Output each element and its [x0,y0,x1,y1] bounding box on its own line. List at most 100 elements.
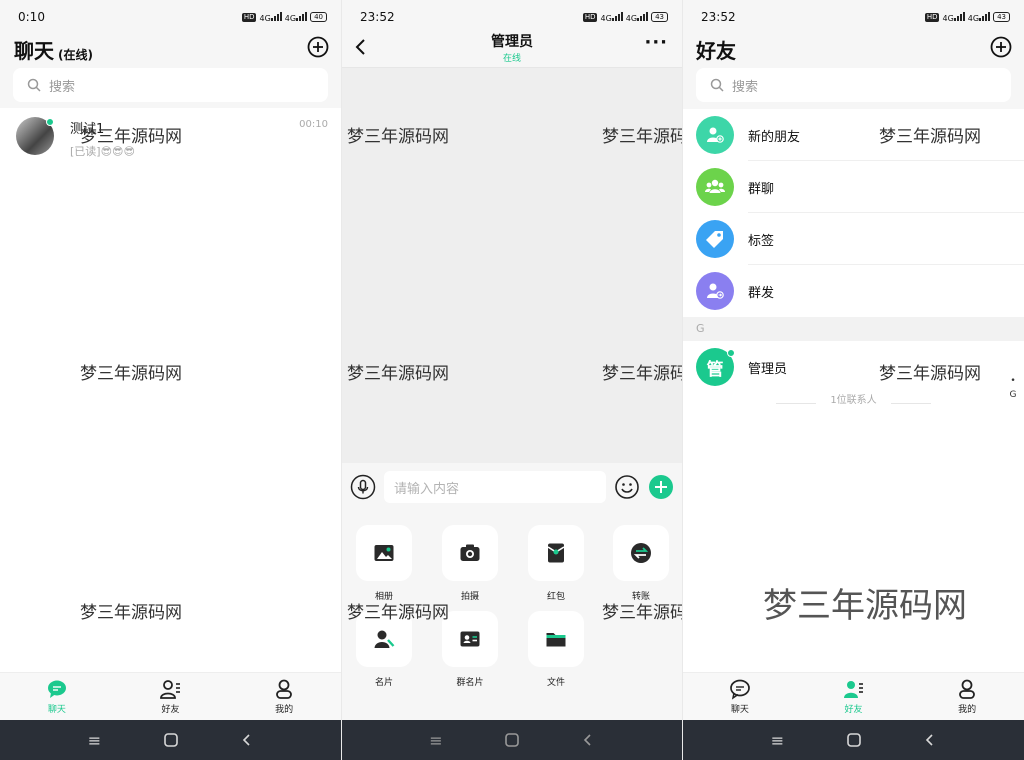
tab-chat-label: 聊天 [730,705,749,715]
tool-group-card-box [442,611,498,667]
menu-icon[interactable]: ≡ [85,730,105,750]
profile-icon [276,679,293,699]
add-more-icon[interactable] [648,474,674,500]
contact-name: 管理员 [748,361,788,377]
tool-camera-box [442,525,498,581]
tool-album[interactable]: 相册 [356,525,412,602]
search-bar[interactable]: 搜索 [13,68,328,102]
page-title: 好友 [696,38,736,63]
signal-icon-2: 4G [285,11,308,23]
tab-me[interactable]: 我的 [937,678,997,715]
battery-level: 43 [993,12,1010,22]
friends-header: 好友 [683,34,1024,64]
new-friends-item[interactable]: 新的朋友 [683,109,1024,161]
hd-icon: HD [924,12,940,22]
tool-file-box [528,611,584,667]
friends-icon [160,680,181,699]
home-icon[interactable] [502,730,522,750]
tab-chat[interactable]: 聊天 [27,678,87,715]
menu-icon[interactable]: ≡ [768,730,788,750]
back-icon[interactable] [578,730,598,750]
status-time: 0:10 [18,10,45,24]
tab-friends[interactable]: 好友 [823,678,883,715]
emoji-icon[interactable] [614,474,640,500]
tool-red-packet[interactable]: 红包 [528,525,584,602]
chat-bubble-icon [729,679,750,700]
signal-icon-2: 4G [968,11,991,23]
back-icon[interactable] [237,730,257,750]
voice-icon[interactable] [350,474,376,500]
tool-camera-label: 拍摄 [460,592,479,602]
tool-transfer[interactable]: 转账 [613,525,669,602]
conversation-screen: 23:52 HD 4G 4G 43 管理员 在线 ··· 请输入内容 相册 拍摄… [341,0,682,760]
section-header: G [683,317,1024,341]
tool-red-packet-label: 红包 [546,592,565,602]
message-input[interactable]: 请输入内容 [384,471,606,503]
search-placeholder: 搜索 [732,79,759,95]
tool-album-box [356,525,412,581]
index-letter: G [1009,390,1017,400]
online-indicator [727,349,735,357]
signal-icon: 4G [259,11,282,23]
extension-panel: 相册 拍摄 红包 转账 名片 群名片 文件 [342,511,682,720]
add-circle-icon[interactable] [307,36,329,58]
more-options-icon[interactable]: ··· [644,32,668,53]
tab-me-label: 我的 [275,705,294,715]
home-icon[interactable] [844,730,864,750]
group-chat-icon [696,168,734,206]
camera-icon [460,544,480,561]
friends-icon [844,681,864,698]
tool-transfer-label: 转账 [631,592,650,602]
battery-level: 40 [310,12,327,22]
profile-icon [959,679,976,699]
bottom-tab-bar: 聊天 好友 我的 [683,672,1024,720]
tab-chat[interactable]: 聊天 [710,678,770,715]
folder-icon [546,633,566,647]
message-composer: 请输入内容 [342,463,682,511]
tool-group-card-label: 群名片 [456,678,484,688]
hd-icon: HD [582,12,598,22]
search-placeholder: 搜索 [49,79,76,95]
group-chats-item[interactable]: 群聊 [683,161,1024,213]
system-nav-bar: ≡ [342,720,682,760]
conversation-header: 管理员 在线 ··· [342,30,682,68]
message-input-placeholder: 请输入内容 [394,481,460,497]
tool-group-card[interactable]: 群名片 [442,611,498,688]
index-dot: • [1010,376,1016,386]
tool-contact-card[interactable]: 名片 [356,611,412,688]
tool-album-label: 相册 [374,592,393,602]
status-time: 23:52 [701,10,736,24]
add-circle-icon[interactable] [990,36,1012,58]
avatar [16,117,54,155]
status-bar: 23:52 HD 4G 4G 43 [683,0,1024,34]
chat-list-item[interactable]: 测试1 [已读]😎😎😎 00:10 [0,109,341,163]
broadcast-item[interactable]: 群发 [683,265,1024,317]
hd-icon: HD [241,12,257,22]
chat-list-screen: 0:10 HD 4G 4G 40 聊天 (在线) 搜索 测试1 [已读]😎😎😎 … [0,0,341,760]
status-indicators: HD 4G 4G 43 [582,11,668,23]
tab-me[interactable]: 我的 [254,678,314,715]
tab-friends[interactable]: 好友 [140,678,200,715]
tool-red-packet-box [528,525,584,581]
status-bar: 0:10 HD 4G 4G 40 [0,0,341,34]
tool-camera[interactable]: 拍摄 [442,525,498,602]
status-time: 23:52 [360,10,395,24]
conversation-status: 在线 [502,54,521,64]
alphabet-index[interactable]: • G [1008,376,1018,400]
tool-file-label: 文件 [546,678,565,688]
contact-item[interactable]: 管 管理员 [683,341,1024,393]
search-bar[interactable]: 搜索 [696,68,1011,102]
tab-friends-label: 好友 [161,705,180,715]
home-icon[interactable] [161,730,181,750]
online-status-label: (在线) [58,48,93,62]
tool-contact-card-label: 名片 [374,678,393,688]
tags-item[interactable]: 标签 [683,213,1024,265]
red-packet-icon [547,543,565,563]
chat-time: 00:10 [299,119,328,130]
transfer-icon [631,543,651,563]
chat-list [0,108,341,672]
bottom-tab-bar: 聊天 好友 我的 [0,672,341,720]
tool-file[interactable]: 文件 [528,611,584,688]
menu-icon[interactable]: ≡ [426,730,446,750]
back-icon[interactable] [920,730,940,750]
